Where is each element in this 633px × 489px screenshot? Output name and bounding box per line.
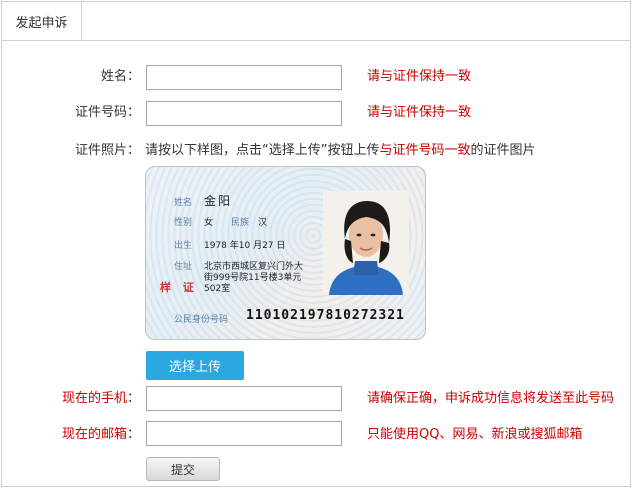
card-gender-key: 性别 — [174, 218, 193, 228]
sample-id-card-image: 姓名 金阳 性别 女 民族 汉 出生 1978 年10 月27 日 住址 北京市… — [145, 166, 426, 340]
phone-label-text: 现在的手机 — [61, 391, 127, 406]
email-hint: 只能使用QQ、网易、新浪或搜狐邮箱 — [367, 427, 583, 442]
name-hint: 请与证件保持一致 — [367, 69, 472, 84]
card-sample-seal: 样 证 — [160, 281, 198, 294]
card-id-value: 110102197810272321 — [246, 308, 405, 323]
card-ethnicity-value: 汉 — [258, 218, 268, 228]
card-id-key: 公民身份号码 — [174, 315, 229, 325]
id-number-hint: 请与证件保持一致 — [367, 105, 472, 120]
email-label-colon: ： — [126, 427, 140, 442]
phone-label-colon: ： — [126, 391, 140, 406]
phone-label: 现在的手机： — [2, 389, 140, 409]
instruction-text-end: 的证件图片 — [470, 143, 536, 158]
name-input[interactable] — [146, 65, 342, 90]
card-birth-value: 1978 年10 月27 日 — [204, 241, 286, 251]
tab-bar: 发起申诉 — [2, 2, 630, 41]
portrait-figure — [323, 191, 409, 295]
appeal-panel: 发起申诉 姓名： 请与证件保持一致 证件号码： 请与证件保持一致 证件照片： 请… — [1, 1, 631, 487]
phone-input[interactable] — [146, 386, 342, 411]
id-photo-instruction: 请按以下样图，点击“选择上传”按钮上传与证件号码一致的证件图片 — [145, 141, 536, 161]
card-gender-value: 女 — [204, 218, 214, 228]
upload-button[interactable]: 选择上传 — [146, 351, 244, 380]
instruction-highlight: 与证件号码一致 — [379, 143, 471, 158]
card-address-key: 住址 — [174, 262, 193, 272]
id-photo-label: 证件照片： — [74, 143, 140, 158]
instruction-text: 请按以下样图，点击“选择上传”按钮上传 — [145, 143, 380, 158]
submit-button[interactable]: 提交 — [146, 457, 220, 481]
email-input[interactable] — [146, 421, 342, 446]
card-address-line3: 502室 — [204, 284, 231, 294]
card-birth-key: 出生 — [174, 241, 193, 251]
card-name-key: 姓名 — [174, 198, 193, 208]
id-number-label: 证件号码： — [74, 105, 140, 120]
email-label-text: 现在的邮箱 — [61, 427, 127, 442]
phone-hint: 请确保正确，申诉成功信息将发送至此号码 — [367, 391, 615, 406]
card-ethnicity-key: 民族 — [231, 218, 250, 228]
card-name-value: 金阳 — [204, 194, 233, 208]
tab-appeal[interactable]: 发起申诉 — [2, 2, 82, 40]
card-portrait-photo — [323, 191, 409, 295]
name-label: 姓名： — [100, 69, 140, 84]
id-number-input[interactable] — [146, 101, 342, 126]
email-label: 现在的邮箱： — [2, 425, 140, 445]
